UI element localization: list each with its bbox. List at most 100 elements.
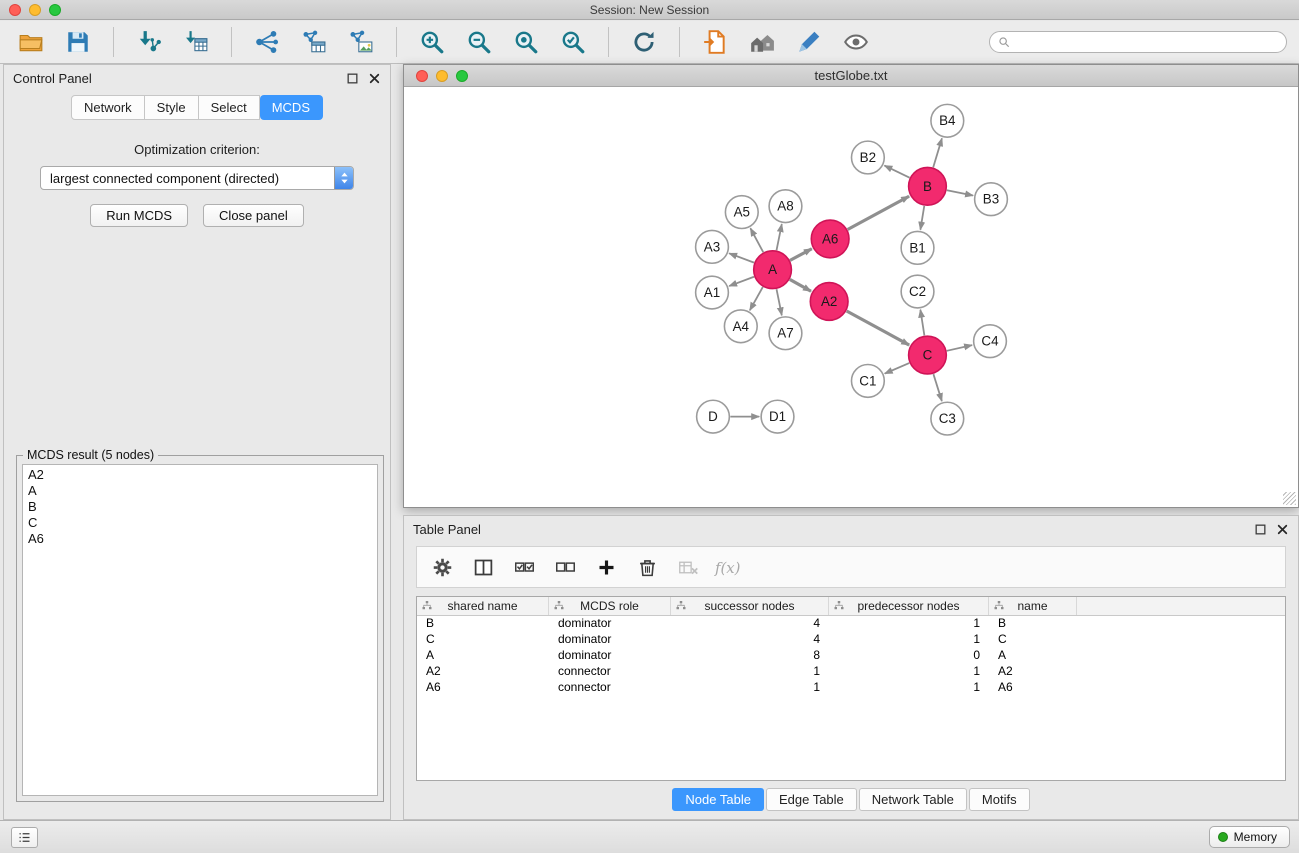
mcds-result-list[interactable]: A2ABCA6 — [22, 464, 378, 796]
table-row[interactable]: Cdominator41C — [417, 632, 1285, 648]
graph-edge-A6-B[interactable] — [848, 196, 909, 229]
paint-style-button[interactable] — [788, 24, 830, 60]
delete-table-button[interactable] — [672, 551, 704, 583]
tab-select[interactable]: Select — [199, 95, 260, 120]
column-visibility-button[interactable] — [467, 551, 499, 583]
graph-edge-C-C3[interactable] — [933, 374, 941, 401]
network-image-button[interactable] — [340, 24, 382, 60]
mcds-result-item[interactable]: C — [28, 515, 372, 531]
mcds-result-item[interactable]: B — [28, 499, 372, 515]
graph-edge-A-A6[interactable] — [790, 249, 812, 261]
graph-edge-C-C4[interactable] — [947, 345, 972, 351]
graph-edge-C-C2[interactable] — [920, 310, 924, 336]
column-header-predecessor-nodes[interactable]: predecessor nodes — [829, 597, 989, 615]
column-header-MCDS-role[interactable]: MCDS role — [549, 597, 671, 615]
graph-node-A7[interactable]: A7 — [769, 317, 802, 350]
table-row[interactable]: Adominator80A — [417, 648, 1285, 664]
graph-node-B1[interactable]: B1 — [901, 231, 934, 264]
graph-edge-B-B3[interactable] — [947, 190, 973, 195]
export-document-button[interactable] — [694, 24, 736, 60]
deselect-all-button[interactable] — [549, 551, 581, 583]
graph-node-A3[interactable]: A3 — [696, 230, 729, 263]
tab-style[interactable]: Style — [145, 95, 199, 120]
zoom-fit-button[interactable] — [505, 24, 547, 60]
search-box[interactable] — [989, 31, 1287, 53]
tab-node-table[interactable]: Node Table — [672, 788, 764, 811]
graph-edge-C-C1[interactable] — [885, 363, 909, 374]
tab-network[interactable]: Network — [71, 95, 145, 120]
graph-edge-B-B1[interactable] — [920, 206, 924, 230]
graph-node-C2[interactable]: C2 — [901, 275, 934, 308]
float-table-panel-icon[interactable] — [1254, 523, 1267, 536]
network-view[interactable]: B4B2BB3A5A8A6B1A3AA1C2A2A4A7C4CC1C3DD1 — [405, 88, 1297, 506]
graph-node-A2[interactable]: A2 — [810, 283, 848, 321]
zoom-in-button[interactable] — [411, 24, 453, 60]
graph-node-A1[interactable]: A1 — [696, 276, 729, 309]
search-input[interactable] — [1016, 35, 1279, 49]
tab-mcds[interactable]: MCDS — [260, 95, 323, 120]
mcds-result-item[interactable]: A2 — [28, 467, 372, 483]
column-header-shared-name[interactable]: shared name — [417, 597, 549, 615]
graph-node-C3[interactable]: C3 — [931, 402, 964, 435]
import-network-button[interactable] — [128, 24, 170, 60]
new-network-button[interactable] — [246, 24, 288, 60]
table-row[interactable]: A2connector11A2 — [417, 664, 1285, 680]
import-table-button[interactable] — [175, 24, 217, 60]
graph-edge-A2-C[interactable] — [847, 311, 910, 345]
mcds-result-item[interactable]: A — [28, 483, 372, 499]
close-panel-icon[interactable] — [368, 72, 381, 85]
float-panel-icon[interactable] — [346, 72, 359, 85]
zoom-out-button[interactable] — [458, 24, 500, 60]
graph-edge-A-A2[interactable] — [790, 279, 811, 291]
graph-edge-A-A4[interactable] — [750, 287, 763, 310]
zoom-network-window-button[interactable] — [456, 70, 468, 82]
graph-node-D[interactable]: D — [697, 400, 730, 433]
criterion-dropdown[interactable]: largest connected component (directed) — [40, 166, 354, 190]
graph-edge-A-A7[interactable] — [777, 289, 782, 315]
window-resize-grip[interactable] — [1283, 492, 1296, 505]
tab-motifs[interactable]: Motifs — [969, 788, 1030, 811]
select-all-button[interactable] — [508, 551, 540, 583]
graph-node-B3[interactable]: B3 — [975, 183, 1008, 216]
close-network-window-button[interactable] — [416, 70, 428, 82]
add-column-button[interactable] — [590, 551, 622, 583]
graph-node-A6[interactable]: A6 — [811, 220, 849, 258]
delete-column-button[interactable] — [631, 551, 663, 583]
graph-edge-A-A8[interactable] — [777, 224, 782, 250]
tab-edge-table[interactable]: Edge Table — [766, 788, 857, 811]
graph-edge-A-A1[interactable] — [729, 277, 754, 286]
network-window-titlebar[interactable]: testGlobe.txt — [404, 65, 1298, 87]
graph-node-B4[interactable]: B4 — [931, 104, 964, 137]
graph-node-B[interactable]: B — [909, 167, 947, 205]
graph-node-A[interactable]: A — [754, 251, 792, 289]
network-canvas[interactable]: B4B2BB3A5A8A6B1A3AA1C2A2A4A7C4CC1C3DD1 — [405, 88, 1297, 506]
function-builder-button[interactable]: f(x) — [713, 551, 745, 583]
graph-edge-A-A3[interactable] — [729, 253, 754, 262]
graph-node-B2[interactable]: B2 — [851, 141, 884, 174]
minimize-network-window-button[interactable] — [436, 70, 448, 82]
run-mcds-button[interactable]: Run MCDS — [90, 204, 188, 227]
mcds-result-item[interactable]: A6 — [28, 531, 372, 547]
graph-node-C4[interactable]: C4 — [974, 325, 1007, 358]
network-table-button[interactable] — [293, 24, 335, 60]
zoom-window-button[interactable] — [49, 4, 61, 16]
graph-node-C1[interactable]: C1 — [851, 365, 884, 398]
table-row[interactable]: A6connector11A6 — [417, 680, 1285, 696]
graph-node-D1[interactable]: D1 — [761, 400, 794, 433]
graph-node-A8[interactable]: A8 — [769, 190, 802, 223]
table-row[interactable]: Bdominator41B — [417, 616, 1285, 632]
close-window-button[interactable] — [9, 4, 21, 16]
settings-gear-button[interactable] — [426, 551, 458, 583]
graph-edge-B-B2[interactable] — [884, 166, 909, 178]
open-file-button[interactable] — [10, 24, 52, 60]
graph-node-A5[interactable]: A5 — [725, 196, 758, 229]
graph-edge-B-B4[interactable] — [933, 138, 942, 167]
column-header-successor-nodes[interactable]: successor nodes — [671, 597, 829, 615]
eye-button[interactable] — [835, 24, 877, 60]
save-session-button[interactable] — [57, 24, 99, 60]
close-panel-button[interactable]: Close panel — [203, 204, 304, 227]
refresh-button[interactable] — [623, 24, 665, 60]
column-header-name[interactable]: name — [989, 597, 1077, 615]
zoom-selected-button[interactable] — [552, 24, 594, 60]
tab-network-table[interactable]: Network Table — [859, 788, 967, 811]
